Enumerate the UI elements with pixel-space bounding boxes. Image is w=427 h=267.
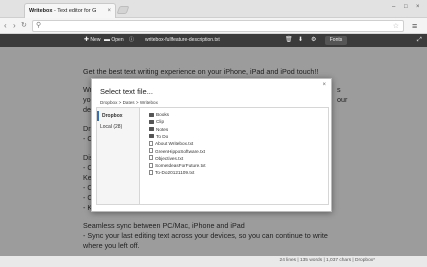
text-file-icon <box>149 162 153 168</box>
tab-brand: Writebox <box>29 8 53 14</box>
file-item[interactable]: GreenHippoSoftware.txt <box>149 148 289 155</box>
text-file-icon <box>149 148 153 153</box>
new-button[interactable]: ✚ New <box>84 34 100 47</box>
filename-label[interactable]: writebox-fullfeature-description.txt <box>145 34 220 47</box>
window-close-icon[interactable]: × <box>416 3 420 11</box>
file-name: To-Do20121109.txt <box>155 170 195 176</box>
folder-item[interactable]: Clip <box>149 118 289 125</box>
minimize-icon[interactable]: – <box>392 3 395 11</box>
fonts-button[interactable]: Fonts <box>325 36 347 45</box>
dialog-title: Select text file... <box>100 87 153 96</box>
browser-tab[interactable]: Writebox - Text editor for G × <box>24 3 116 18</box>
sidebar-item-local[interactable]: Local (28) <box>97 122 139 132</box>
file-name: Notes <box>156 126 169 132</box>
download-icon[interactable]: ⬇ <box>298 34 303 47</box>
file-item[interactable]: SomeIdeasForFuture.txt <box>149 162 289 169</box>
address-bar: ‹ › ↻ ⚲ ☆ ≡ <box>0 18 427 34</box>
file-item[interactable]: About Writebox.txt <box>149 140 289 147</box>
back-icon[interactable]: ‹ <box>4 20 7 32</box>
new-label: New <box>90 37 101 43</box>
fullscreen-icon[interactable]: ⤢ <box>417 34 422 47</box>
plus-icon: ✚ <box>84 37 90 43</box>
browser-tabbar: Writebox - Text editor for G × – □ × <box>0 0 427 18</box>
search-icon: ⚲ <box>36 22 42 29</box>
bookmark-star-icon[interactable]: ☆ <box>393 21 399 32</box>
file-name: Objectives.txt <box>155 155 184 161</box>
trash-icon[interactable]: 🗑 <box>285 34 293 47</box>
folder-icon <box>149 134 154 139</box>
url-input[interactable]: ⚲ ☆ <box>32 20 404 32</box>
status-text: 24 lines | 135 words | 1,037 chars | Dro… <box>279 258 375 263</box>
file-name: SomeIdeasForFuture.txt <box>155 163 206 169</box>
file-name: To Do <box>156 133 169 139</box>
status-bar: 24 lines | 135 words | 1,037 chars | Dro… <box>0 256 427 267</box>
maximize-icon[interactable]: □ <box>404 3 408 11</box>
forward-icon[interactable]: › <box>13 20 16 32</box>
folder-item[interactable]: Books <box>149 111 289 118</box>
menu-icon[interactable]: ≡ <box>412 20 417 32</box>
file-browser-pane: Dropbox Local (28) Books Clip Notes To D… <box>96 107 329 205</box>
folder-icon <box>149 119 154 124</box>
sidebar-item-dropbox[interactable]: Dropbox <box>97 111 139 121</box>
folder-item[interactable]: Notes <box>149 126 289 133</box>
select-file-dialog: × Select text file... Dropbox > Dates > … <box>91 78 332 212</box>
open-button[interactable]: ▬ Open <box>104 34 124 47</box>
app-toolbar: ✚ New ▬ Open ⓘ writebox-fullfeature-desc… <box>0 34 427 47</box>
new-tab-button[interactable] <box>116 6 130 14</box>
file-name: Books <box>156 112 170 117</box>
folder-icon <box>149 127 154 132</box>
text-file-icon <box>149 155 153 161</box>
text-file-icon <box>149 140 153 146</box>
file-name: GreenHippoSoftware.txt <box>155 148 206 154</box>
tab-title: - Text editor for G <box>52 8 97 14</box>
tab-close-icon[interactable]: × <box>107 4 111 18</box>
file-item[interactable]: To-Do20121109.txt <box>149 169 289 176</box>
breadcrumb[interactable]: Dropbox > Dates > Writebox <box>100 100 158 105</box>
reload-icon[interactable]: ↻ <box>21 20 27 32</box>
folder-icon: ▬ <box>104 37 110 43</box>
info-icon[interactable]: ⓘ <box>129 34 134 47</box>
open-label: Open <box>111 37 124 43</box>
gear-icon[interactable]: ⚙ <box>311 34 316 47</box>
source-sidebar: Dropbox Local (28) <box>97 108 140 204</box>
dialog-close-icon[interactable]: × <box>322 82 326 88</box>
file-item[interactable]: Objectives.txt <box>149 155 289 162</box>
text-file-icon <box>149 169 153 175</box>
file-name: Clip <box>156 119 165 125</box>
folder-icon <box>149 112 154 117</box>
folder-item[interactable]: To Do <box>149 133 289 140</box>
file-name: About Writebox.txt <box>155 141 194 147</box>
